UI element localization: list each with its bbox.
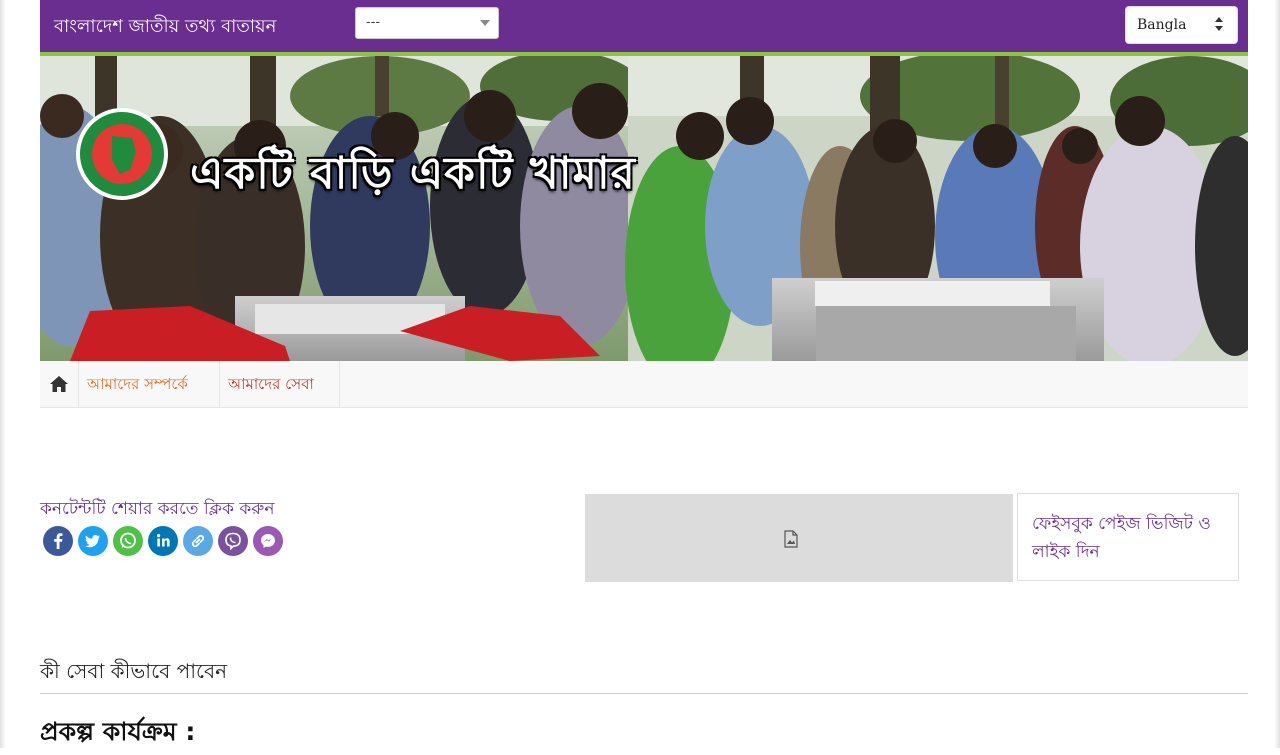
facebook-link-box: ফেইসবুক পেইজ ভিজিট ও লাইক দিন	[1017, 493, 1239, 581]
site-select[interactable]: ---	[355, 7, 499, 39]
language-select[interactable]: Bangla	[1125, 6, 1238, 44]
facebook-share-button[interactable]	[43, 526, 73, 556]
nav-item-about[interactable]: আমাদের সম্পর্কে	[79, 361, 220, 407]
whatsapp-icon	[120, 532, 136, 549]
copy-link-icon	[191, 534, 205, 548]
page-shadow-right	[1274, 0, 1280, 748]
language-select-value: Bangla	[1137, 17, 1187, 33]
page-shadow-left	[0, 0, 6, 748]
messenger-share-button[interactable]	[253, 526, 283, 556]
facebook-page-link[interactable]: ফেইসবুক পেইজ ভিজিট ও লাইক দিন	[1032, 510, 1232, 566]
messenger-icon	[261, 534, 275, 548]
viber-share-button[interactable]	[218, 526, 248, 556]
main-nav: আমাদের সম্পর্কে আমাদের সেবা	[40, 361, 1248, 408]
home-icon	[50, 376, 68, 392]
copy-link-button[interactable]	[183, 526, 213, 556]
chevron-down-icon	[480, 20, 490, 26]
sort-arrows-icon	[1215, 17, 1225, 33]
linkedin-icon	[157, 534, 170, 547]
top-bar: বাংলাদেশ জাতীয় তথ্য বাতায়ন --- Bangla	[40, 0, 1248, 56]
facebook-icon	[54, 533, 63, 549]
broken-image-icon	[784, 530, 798, 548]
nav-item-services[interactable]: আমাদের সেবা	[220, 361, 340, 407]
service-heading: কী সেবা কীভাবে পাবেন	[40, 659, 228, 683]
banner-title: একটি বাড়ি একটি খামার	[190, 148, 636, 199]
site-select-value: ---	[366, 15, 381, 30]
viber-icon	[225, 532, 241, 551]
linkedin-share-button[interactable]	[148, 526, 178, 556]
twitter-share-button[interactable]	[78, 526, 108, 556]
nav-home[interactable]	[40, 361, 79, 407]
header-banner: একটি বাড়ি একটি খামার	[40, 56, 1248, 361]
divider	[40, 693, 1248, 694]
whatsapp-share-button[interactable]	[113, 526, 143, 556]
share-title: কনটেন্টটি শেয়ার করতে ক্লিক করুন	[40, 499, 275, 519]
portal-title-link[interactable]: বাংলাদেশ জাতীয় তথ্য বাতায়ন	[54, 12, 276, 43]
facebook-page-widget	[585, 494, 1013, 582]
twitter-icon	[85, 535, 100, 548]
project-heading: প্রকল্প কার্যক্রম :	[40, 717, 196, 746]
